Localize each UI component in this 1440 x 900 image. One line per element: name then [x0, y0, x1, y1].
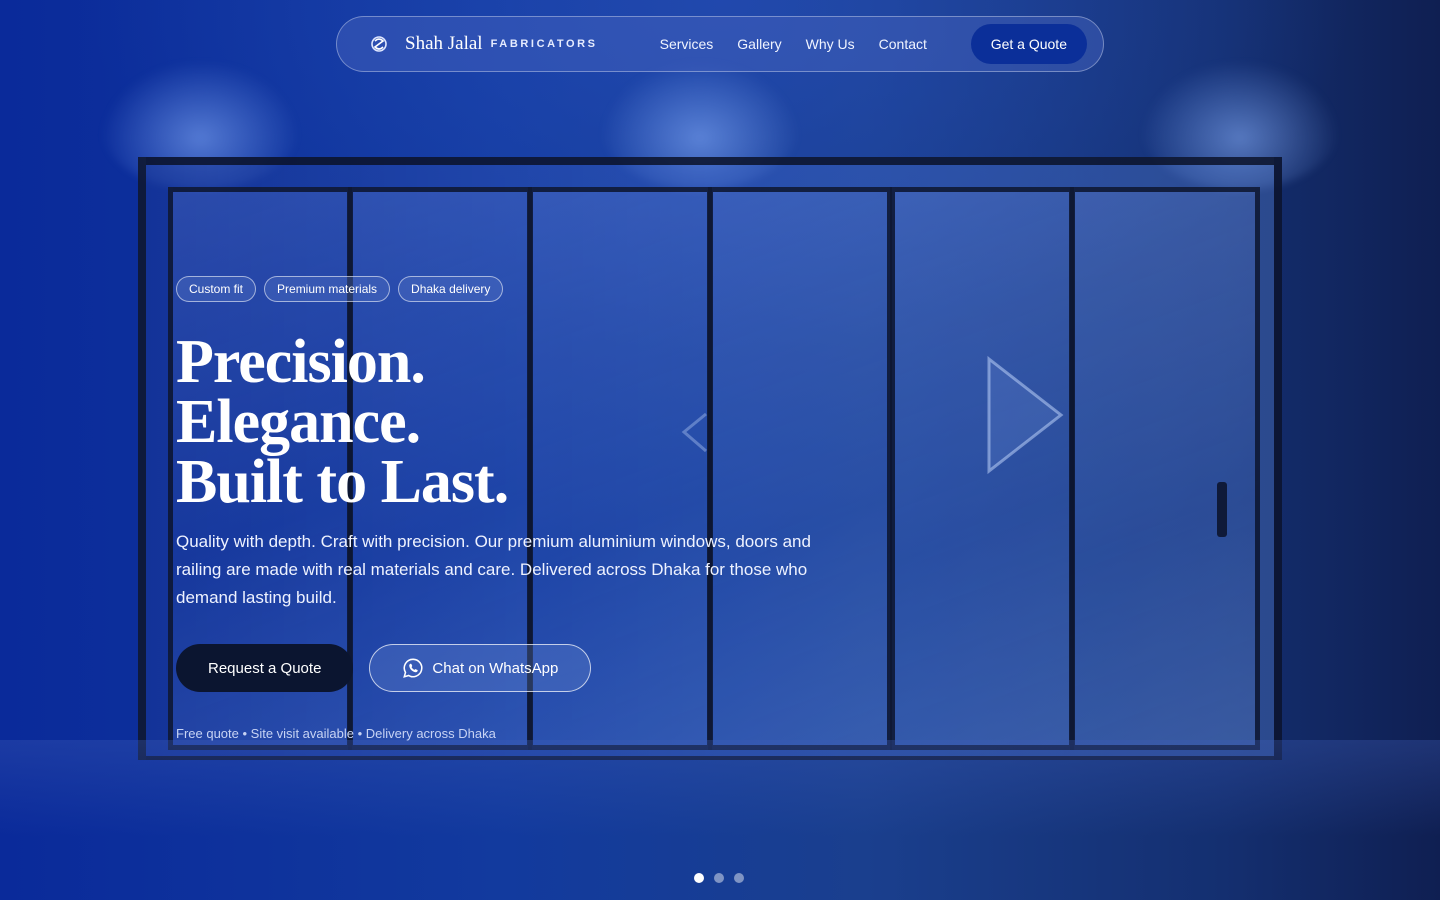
nav-link-services[interactable]: Services	[660, 36, 714, 52]
door-handle	[1217, 482, 1227, 537]
request-quote-button[interactable]: Request a Quote	[176, 644, 354, 692]
nav-link-contact[interactable]: Contact	[879, 36, 927, 52]
brand[interactable]: Shah Jalal FABRICATORS	[367, 32, 598, 56]
feature-chips: Custom fit Premium materials Dhaka deliv…	[176, 276, 876, 302]
headline-line: Built to Last.	[176, 448, 509, 516]
brand-subtitle: FABRICATORS	[490, 38, 598, 50]
whatsapp-chat-button[interactable]: Chat on WhatsApp	[369, 644, 592, 692]
nav-link-why-us[interactable]: Why Us	[806, 36, 855, 52]
whatsapp-icon	[403, 658, 423, 678]
carousel-dot-2[interactable]	[714, 873, 724, 883]
hero-content: Custom fit Premium materials Dhaka deliv…	[176, 276, 876, 741]
top-navigation: Shah Jalal FABRICATORS Services Gallery …	[336, 16, 1104, 72]
hero-description: Quality with depth. Craft with precision…	[176, 532, 811, 607]
chip-premium-materials: Premium materials	[264, 276, 391, 302]
get-quote-button[interactable]: Get a Quote	[970, 24, 1087, 64]
glass-panel	[1070, 187, 1260, 750]
nav-link-gallery[interactable]: Gallery	[737, 36, 781, 52]
headline-line: Precision.	[176, 328, 426, 396]
hero-actions: Request a Quote Chat on WhatsApp	[176, 644, 876, 692]
carousel-dot-1[interactable]	[694, 873, 704, 883]
service-note: Free quote • Site visit available • Deli…	[176, 726, 496, 741]
whatsapp-button-label: Chat on WhatsApp	[432, 659, 559, 677]
headline-line: Elegance.	[176, 388, 421, 456]
carousel-indicators	[694, 873, 744, 883]
hero-headline: Precision. Elegance. Built to Last.	[176, 328, 876, 516]
brand-logo-icon	[371, 36, 387, 52]
nav-links: Services Gallery Why Us Contact	[660, 36, 927, 52]
chip-custom-fit: Custom fit	[176, 276, 257, 302]
carousel-dot-3[interactable]	[734, 873, 744, 883]
chip-dhaka-delivery: Dhaka delivery	[398, 276, 504, 302]
brand-name: Shah Jalal	[405, 33, 483, 54]
play-arrow-icon[interactable]	[985, 355, 1065, 475]
